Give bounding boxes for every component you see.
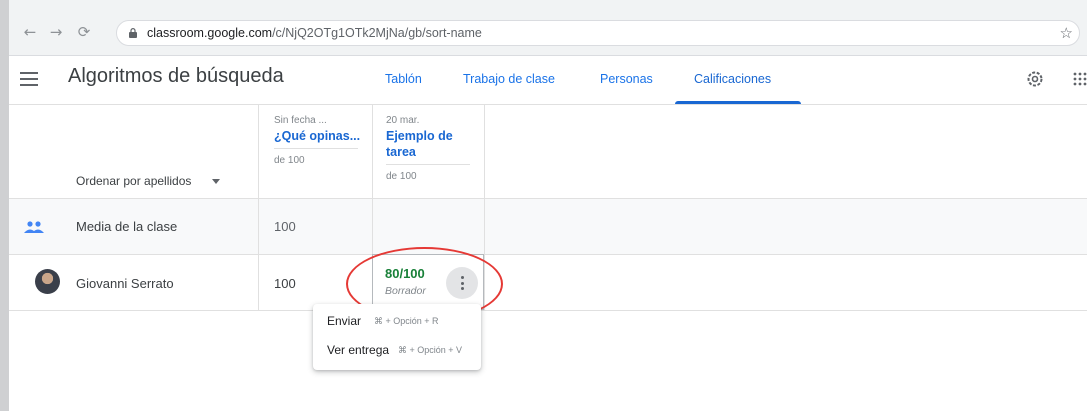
url-host: classroom.google.com	[147, 26, 273, 40]
lock-icon	[129, 28, 137, 38]
assignment-title[interactable]: Ejemplo de tarea	[386, 128, 486, 160]
assignment-column-header[interactable]: 20 mar. Ejemplo de tarea de 100	[386, 115, 486, 182]
sort-dropdown[interactable]: Ordenar por apellidos	[76, 174, 191, 188]
average-grade: 100	[274, 219, 296, 234]
chevron-down-icon[interactable]	[212, 179, 220, 184]
tab-personas[interactable]: Personas	[600, 72, 653, 86]
address-bar[interactable]: classroom.google.com/c/NjQ2OTg1OTk2MjNa/…	[116, 20, 1080, 46]
tab-trabajo-de-clase[interactable]: Trabajo de clase	[463, 72, 555, 86]
url-text: classroom.google.com/c/NjQ2OTg1OTk2MjNa/…	[147, 26, 482, 40]
classroom-header: Algoritmos de búsqueda Tablón Trabajo de…	[9, 56, 1087, 105]
reload-icon[interactable]: ⟳	[75, 23, 93, 41]
tab-tablon[interactable]: Tablón	[385, 72, 422, 86]
tab-calificaciones[interactable]: Calificaciones	[694, 72, 771, 86]
average-row-label: Media de la clase	[76, 219, 178, 234]
student-grade[interactable]: 100	[274, 276, 296, 291]
apps-grid-icon[interactable]	[1073, 71, 1087, 87]
assignment-title[interactable]: ¿Qué opinas...	[274, 128, 374, 144]
people-icon	[24, 221, 44, 233]
assignment-max-points: de 100	[386, 171, 417, 182]
column-divider	[258, 105, 259, 310]
gradebook: Ordenar por apellidos Sin fecha ... ¿Qué…	[9, 105, 1087, 411]
assignment-date: 20 mar.	[386, 115, 420, 126]
forward-icon[interactable]: →	[47, 23, 65, 41]
grade-context-menu: Enviar ⌘ + Opción + R Ver entrega ⌘ + Op…	[313, 304, 481, 370]
menu-icon[interactable]	[20, 72, 38, 86]
student-name[interactable]: Giovanni Serrato	[76, 276, 174, 291]
back-icon[interactable]: ←	[21, 23, 39, 41]
avatar	[35, 269, 60, 294]
bookmark-star-icon[interactable]: ☆	[1060, 24, 1073, 42]
window: ← → ⟳ classroom.google.com/c/NjQ2OTg1OTk…	[0, 0, 1087, 411]
url-path: /c/NjQ2OTg1OTk2MjNa/gb/sort-name	[272, 26, 482, 40]
menu-shortcut: ⌘ + Opción + V	[398, 345, 463, 355]
browser-toolbar: ← → ⟳ classroom.google.com/c/NjQ2OTg1OTk…	[9, 9, 1087, 56]
assignment-column-header[interactable]: Sin fecha ... ¿Qué opinas... de 100	[274, 115, 374, 166]
active-tab-indicator	[675, 101, 801, 104]
row-divider	[9, 198, 1087, 199]
row-divider	[9, 310, 1087, 311]
assignment-max-points: de 100	[274, 155, 305, 166]
course-title[interactable]: Algoritmos de búsqueda	[68, 65, 284, 88]
menu-item-ver-entrega[interactable]: Ver entrega	[327, 343, 389, 357]
menu-shortcut: ⌘ + Opción + R	[374, 316, 439, 326]
assignment-date: Sin fecha ...	[274, 115, 327, 126]
menu-item-enviar[interactable]: Enviar	[327, 314, 361, 328]
gear-icon[interactable]	[1025, 69, 1045, 89]
row-divider	[9, 254, 1087, 255]
